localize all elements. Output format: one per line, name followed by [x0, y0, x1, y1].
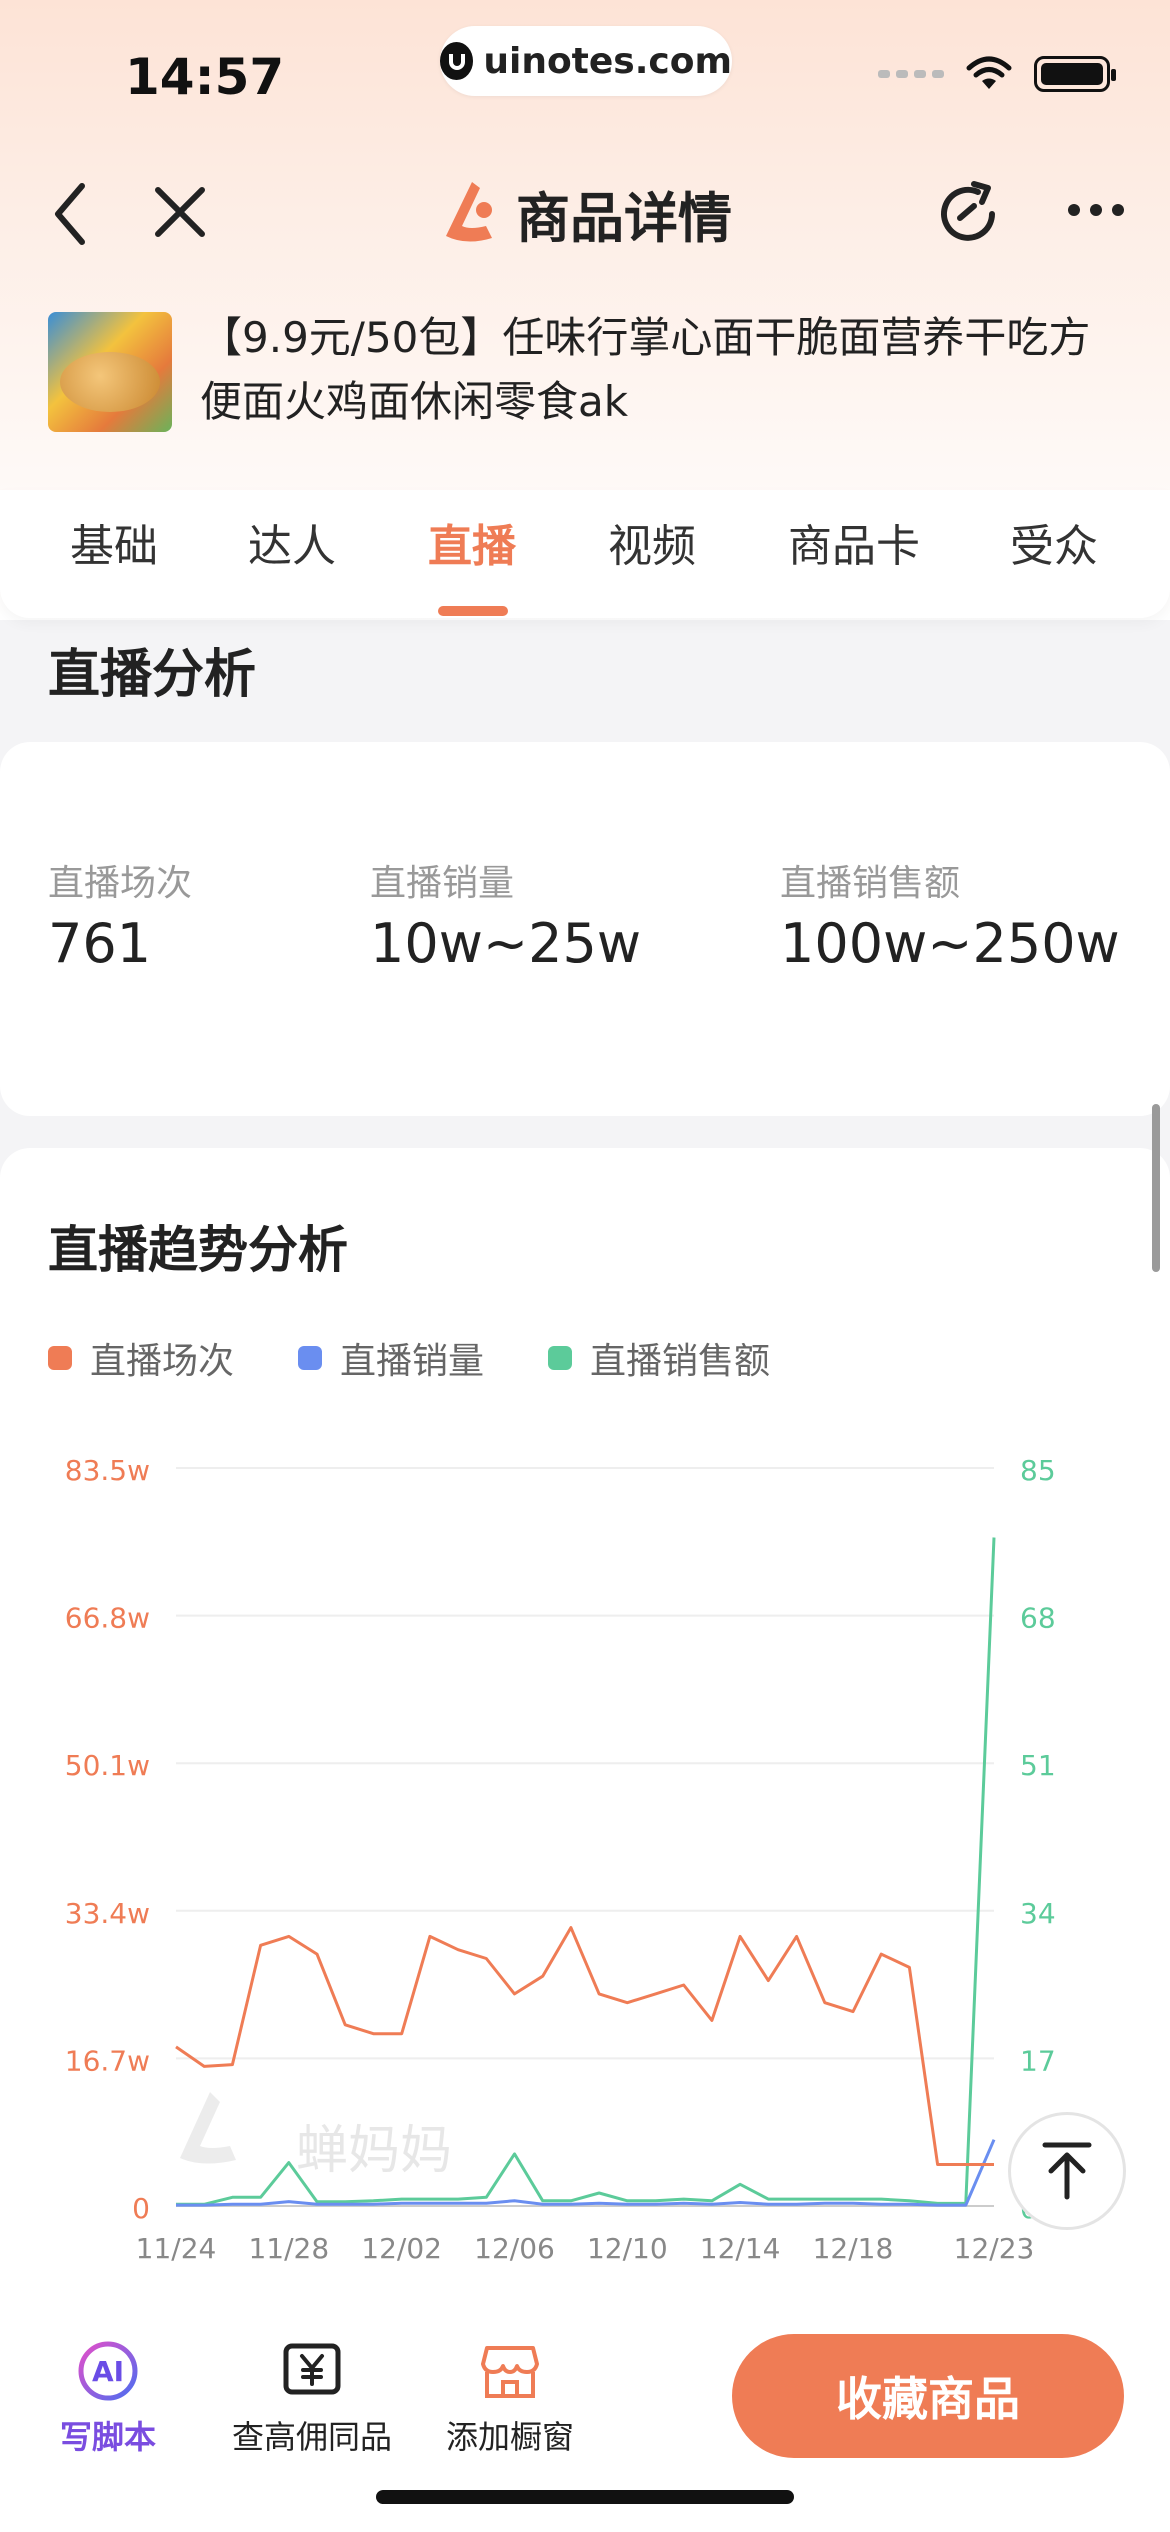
ai-icon: AI: [78, 2341, 138, 2401]
chanmama-logo-icon: [446, 181, 492, 242]
y-left-tick-label: 33.4w: [65, 1897, 150, 1930]
add-window-button[interactable]: 添加橱窗: [446, 2340, 574, 2458]
y-left-tick-label: 0: [132, 2192, 150, 2225]
signal-icon: [878, 70, 944, 78]
stat-value-sessions: 761: [48, 912, 152, 975]
x-tick-label: 11/24: [136, 2232, 217, 2265]
tab-indicator: [438, 606, 508, 616]
y-right-tick-label: 17: [1020, 2044, 1056, 2077]
status-icons: [878, 56, 1116, 92]
trend-chart: 0016.7w1733.4w3450.1w5166.8w6883.5w8511/…: [65, 1454, 1056, 2265]
watermark-text: 蝉妈妈: [296, 2121, 452, 2181]
wifi-icon: [966, 56, 1012, 89]
x-tick-label: 12/18: [813, 2232, 894, 2265]
arrow-up-icon: [1042, 2142, 1092, 2200]
refresh-icon[interactable]: [930, 176, 1006, 252]
y-left-tick-label: 50.1w: [65, 1749, 150, 1782]
svg-text:AI: AI: [92, 2355, 124, 2388]
tab-bar: 基础 达人 直播 视频 商品卡 受众: [0, 490, 1170, 618]
legend-swatch: [298, 1346, 323, 1370]
chart-grid: [176, 1467, 994, 2207]
tab-product-card[interactable]: 商品卡: [788, 510, 920, 574]
add-window-label: 添加橱窗: [446, 2418, 575, 2456]
favorite-product-button[interactable]: 收藏商品: [732, 2334, 1124, 2458]
legend-label: 直播销售额: [590, 1341, 771, 1382]
y-right-tick-label: 34: [1020, 1897, 1056, 1930]
chart-legend: 直播场次 直播销量 直播销售额: [48, 1332, 834, 1384]
high-commission-label: 查高佣同品: [232, 2418, 393, 2456]
yen-icon: [283, 2343, 341, 2395]
url-pill[interactable]: uinotes.com: [440, 26, 732, 96]
page-title: 商品详情: [436, 174, 732, 253]
x-tick-label: 12/10: [587, 2232, 668, 2265]
write-script-button[interactable]: AI 写脚本: [60, 2340, 156, 2458]
high-commission-button[interactable]: 查高佣同品: [232, 2340, 392, 2458]
y-right-tick-label: 85: [1020, 1454, 1056, 1487]
battery-icon: [1034, 56, 1116, 92]
live-stats-card: 直播场次 761 直播销量 10w~25w 直播销售额 100w~250w: [0, 742, 1170, 1116]
close-icon[interactable]: [150, 182, 210, 242]
storefront-icon: [481, 2346, 539, 2398]
legend-sales[interactable]: 直播销量: [298, 1332, 484, 1384]
url-text: uinotes.com: [483, 40, 732, 82]
product-image: [60, 352, 160, 412]
stat-label-sales: 直播销量: [370, 863, 515, 904]
series-line-revenue: [176, 1537, 996, 2206]
chart-watermark: 蝉妈妈: [180, 2092, 452, 2181]
section-title: 直播分析: [48, 645, 257, 705]
y-left-tick-label: 16.7w: [65, 2044, 150, 2077]
stat-value-revenue: 100w~250w: [780, 912, 1120, 975]
y-right-tick-label: 68: [1020, 1602, 1056, 1635]
x-tick-label: 12/23: [954, 2232, 1035, 2265]
chart-series: [175, 1537, 996, 2207]
write-script-label: 写脚本: [60, 2418, 157, 2456]
nav-bar: 商品详情: [0, 160, 1170, 270]
stat-value-sales: 10w~25w: [370, 912, 642, 975]
page-title-text: 商品详情: [516, 187, 732, 250]
chart-ticks: 0016.7w1733.4w3450.1w5166.8w6883.5w8511/…: [65, 1454, 1056, 2265]
x-tick-label: 12/02: [361, 2232, 442, 2265]
y-right-tick-label: 51: [1020, 1749, 1056, 1782]
back-arrow-icon[interactable]: [48, 178, 92, 250]
status-time: 14:57: [125, 48, 285, 106]
tab-audience[interactable]: 受众: [1010, 510, 1098, 574]
y-left-tick-label: 83.5w: [65, 1454, 150, 1487]
back-to-top-button[interactable]: [1008, 2112, 1126, 2230]
tab-video[interactable]: 视频: [608, 510, 696, 574]
legend-revenue[interactable]: 直播销售额: [548, 1332, 770, 1384]
stat-label-revenue: 直播销售额: [780, 863, 961, 904]
tab-live[interactable]: 直播: [428, 510, 516, 574]
x-tick-label: 12/06: [474, 2232, 555, 2265]
home-indicator: [376, 2490, 794, 2504]
more-icon[interactable]: [1066, 200, 1126, 220]
x-tick-label: 11/28: [248, 2232, 329, 2265]
legend-label: 直播销量: [340, 1341, 485, 1382]
legend-swatch: [548, 1346, 573, 1370]
chart-title: 直播趋势分析: [48, 1221, 348, 1279]
tab-influencer[interactable]: 达人: [248, 510, 336, 574]
legend-swatch: [48, 1346, 72, 1370]
x-tick-label: 12/14: [700, 2232, 781, 2265]
product-title: 【9.9元/50包】任味行掌心面干脆面营养干吃方便面火鸡面休闲零食ak: [200, 313, 1091, 426]
site-logo-icon: [440, 42, 474, 80]
product-thumbnail[interactable]: [48, 312, 172, 432]
stat-label-sessions: 直播场次: [48, 863, 193, 904]
scrollbar[interactable]: [1152, 1104, 1160, 1272]
y-left-tick-label: 66.8w: [65, 1602, 150, 1635]
legend-label: 直播场次: [90, 1341, 235, 1382]
legend-sessions[interactable]: 直播场次: [48, 1332, 234, 1384]
tab-basic[interactable]: 基础: [70, 510, 158, 574]
